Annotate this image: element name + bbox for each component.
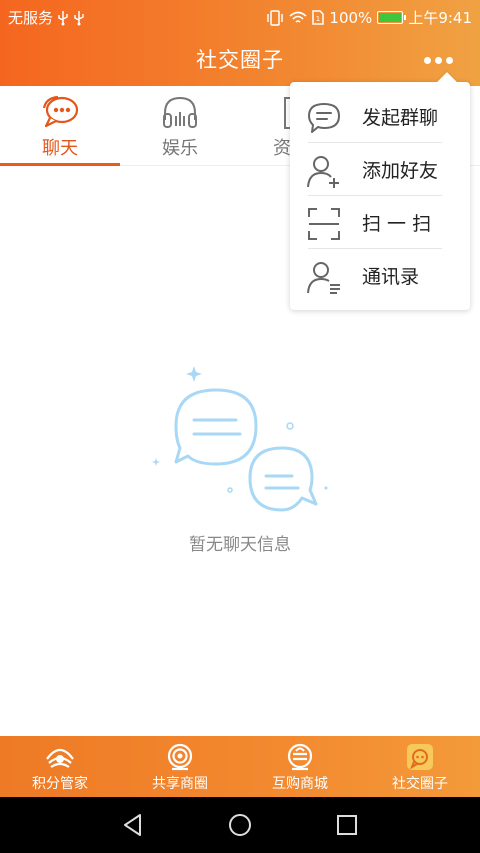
- empty-state-message: 暂无聊天信息: [189, 535, 291, 555]
- menu-item-label: 扫 一 扫: [362, 213, 432, 235]
- scan-icon: [308, 208, 340, 240]
- headphones-icon: [163, 96, 197, 128]
- popup-menu: 发起群聊 添加好友 扫 一 扫 通讯录: [290, 72, 470, 310]
- nav-shared-business[interactable]: 共享商圈: [120, 736, 240, 797]
- vibrate-icon: [267, 9, 284, 26]
- usb-icon: [58, 10, 68, 25]
- carrier-text: 无服务: [8, 9, 54, 27]
- more-dot-icon: [434, 56, 442, 64]
- more-dot-icon: [423, 56, 431, 64]
- more-dot-icon: [445, 56, 453, 64]
- sim-icon: 1: [312, 10, 325, 25]
- recents-icon[interactable]: [334, 812, 360, 838]
- add-friend-icon: [307, 156, 339, 188]
- menu-item-scan[interactable]: 扫 一 扫: [290, 196, 470, 249]
- menu-item-add-friend[interactable]: 添加好友: [290, 143, 470, 196]
- group-chat-icon: [308, 103, 340, 133]
- social-circle-icon: [407, 744, 433, 770]
- menu-item-contacts[interactable]: 通讯录: [290, 249, 470, 302]
- nav-social-circle[interactable]: 社交圈子: [360, 736, 480, 797]
- battery-percent: 100%: [329, 8, 373, 27]
- tab-chat[interactable]: 聊天: [0, 86, 120, 166]
- points-manager-icon: [46, 748, 74, 768]
- more-menu-button[interactable]: [418, 48, 458, 72]
- usb-icon: [74, 10, 84, 25]
- mall-icon: [287, 743, 313, 771]
- tab-chat-label: 聊天: [42, 138, 78, 159]
- bottom-nav: 积分管家 共享商圈 互购商城 社交圈子: [0, 736, 480, 797]
- menu-item-label: 通讯录: [362, 266, 420, 288]
- nav-label: 共享商圈: [152, 776, 208, 792]
- menu-item-group-chat[interactable]: 发起群聊: [290, 90, 470, 143]
- nav-label: 积分管家: [32, 776, 88, 792]
- wifi-icon: [289, 11, 307, 23]
- chat-bubble-icon: [42, 95, 79, 128]
- nav-mall[interactable]: 互购商城: [240, 736, 360, 797]
- system-nav-bar: [0, 797, 480, 853]
- tab-active-indicator: [0, 163, 120, 166]
- page-title: 社交圈子: [196, 48, 284, 72]
- home-icon[interactable]: [227, 812, 253, 838]
- nav-label: 互购商城: [272, 776, 328, 792]
- nav-label: 社交圈子: [392, 776, 448, 792]
- battery-icon: [377, 11, 407, 24]
- clock: 上午9:41: [408, 9, 472, 27]
- menu-item-label: 发起群聊: [362, 107, 439, 129]
- contacts-icon: [307, 262, 340, 294]
- app-header: 无服务 1 100% 上午9:41 社交圈子: [0, 0, 480, 86]
- svg-text:1: 1: [316, 15, 320, 23]
- nav-points-manager[interactable]: 积分管家: [0, 736, 120, 797]
- menu-item-label: 添加好友: [362, 160, 439, 182]
- empty-chat-illustration: [152, 366, 328, 512]
- shared-business-icon: [167, 743, 193, 771]
- status-bar: 无服务 1 100% 上午9:41: [0, 0, 480, 32]
- back-icon[interactable]: [120, 812, 146, 838]
